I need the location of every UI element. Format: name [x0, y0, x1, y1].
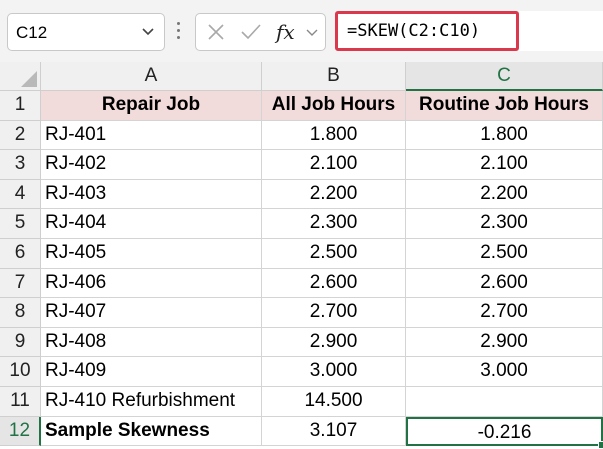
cell-c12[interactable]: -0.216	[406, 416, 603, 447]
cell-c9[interactable]: 2.900	[406, 327, 603, 358]
row-header-8[interactable]: 8	[0, 298, 41, 328]
cell-a4[interactable]: RJ-403	[41, 179, 262, 210]
row-header-5[interactable]: 5	[0, 209, 41, 239]
cell-b6[interactable]: 2.500	[262, 239, 406, 269]
cell-c2[interactable]: 1.800	[406, 120, 603, 151]
row-header-1[interactable]: 1	[0, 91, 41, 121]
row-header-10[interactable]: 10	[0, 357, 41, 387]
cell-c8[interactable]: 2.700	[406, 298, 603, 328]
cell-a3[interactable]: RJ-402	[41, 150, 262, 180]
row-header-3[interactable]: 3	[0, 150, 41, 180]
cell-c11[interactable]	[406, 387, 603, 417]
row-header-11[interactable]: 11	[0, 387, 41, 417]
formula-text: =SKEW(C2:C10)	[347, 21, 481, 41]
cell-b7[interactable]: 2.600	[262, 268, 406, 299]
cell-b11[interactable]: 14.500	[262, 387, 406, 417]
column-header-a[interactable]: A	[41, 62, 262, 91]
cell-b1[interactable]: All Job Hours	[262, 91, 406, 121]
formula-input[interactable]: =SKEW(C2:C10)	[335, 11, 519, 51]
cell-a7[interactable]: RJ-406	[41, 268, 262, 299]
row-header-6[interactable]: 6	[0, 239, 41, 269]
formula-input-extension[interactable]	[519, 11, 603, 51]
cell-c3[interactable]: 2.100	[406, 150, 603, 180]
cell-a2[interactable]: RJ-401	[41, 120, 262, 151]
cell-c4[interactable]: 2.200	[406, 179, 603, 210]
chevron-down-icon[interactable]	[140, 23, 156, 44]
row-header-4[interactable]: 4	[0, 179, 41, 210]
row-header-12[interactable]: 12	[0, 416, 41, 447]
cell-c10[interactable]: 3.000	[406, 357, 603, 387]
cell-c7[interactable]: 2.600	[406, 268, 603, 299]
cell-b2[interactable]: 1.800	[262, 120, 406, 151]
cell-a1[interactable]: Repair Job	[41, 91, 262, 121]
select-all-corner[interactable]	[0, 62, 41, 91]
name-box[interactable]: C12	[7, 13, 165, 51]
cell-a12[interactable]: Sample Skewness	[41, 416, 262, 447]
cell-c5[interactable]: 2.300	[406, 209, 603, 239]
cell-a11[interactable]: RJ-410 Refurbishment	[41, 387, 262, 417]
enter-icon[interactable]	[240, 22, 262, 47]
column-header-c[interactable]: C	[406, 62, 603, 91]
name-box-value: C12	[16, 23, 48, 42]
cell-c6[interactable]: 2.500	[406, 239, 603, 269]
formula-bar: C12 fx =SKEW(C2:C10)	[0, 0, 603, 64]
cancel-icon[interactable]	[206, 22, 226, 47]
cell-a6[interactable]: RJ-405	[41, 239, 262, 269]
formula-buttons: fx	[195, 13, 326, 51]
cell-a8[interactable]: RJ-407	[41, 298, 262, 328]
select-all-icon	[21, 71, 37, 87]
cell-b4[interactable]: 2.200	[262, 179, 406, 210]
row-header-2[interactable]: 2	[0, 120, 41, 151]
insert-function-icon[interactable]: fx	[276, 20, 295, 44]
cell-a5[interactable]: RJ-404	[41, 209, 262, 239]
cell-b10[interactable]: 3.000	[262, 357, 406, 387]
cell-b5[interactable]: 2.300	[262, 209, 406, 239]
row-header-9[interactable]: 9	[0, 327, 41, 358]
cell-a9[interactable]: RJ-408	[41, 327, 262, 358]
cell-b12[interactable]: 3.107	[262, 416, 406, 447]
cell-c1[interactable]: Routine Job Hours	[406, 91, 603, 121]
chevron-down-icon[interactable]	[304, 24, 320, 45]
cell-a10[interactable]: RJ-409	[41, 357, 262, 387]
row-header-7[interactable]: 7	[0, 268, 41, 299]
cell-b8[interactable]: 2.700	[262, 298, 406, 328]
drag-handle-icon[interactable]	[172, 18, 184, 48]
column-header-b[interactable]: B	[262, 62, 406, 91]
cell-b3[interactable]: 2.100	[262, 150, 406, 180]
cell-b9[interactable]: 2.900	[262, 327, 406, 358]
